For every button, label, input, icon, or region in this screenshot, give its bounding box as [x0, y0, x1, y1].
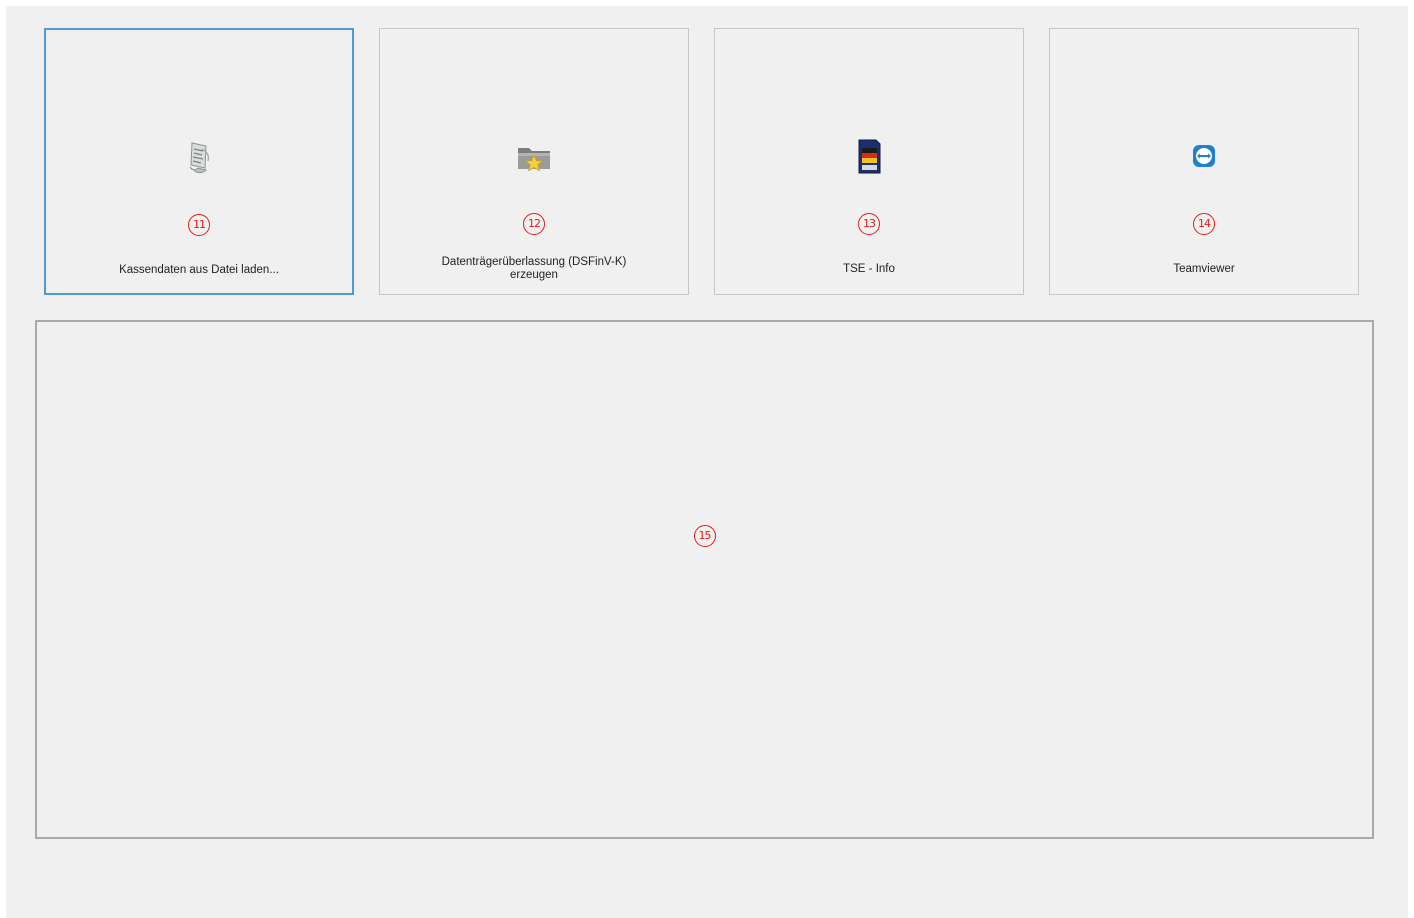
- folder-star-icon: [514, 136, 554, 176]
- annotation-marker-11: 11: [188, 214, 210, 236]
- tse-info-button[interactable]: 13 TSE - Info: [714, 28, 1024, 295]
- app-window: 11 Kassendaten aus Datei laden... 12 Dat…: [6, 6, 1408, 918]
- teamviewer-button[interactable]: 14 Teamviewer: [1049, 28, 1359, 295]
- annotation-marker-12: 12: [523, 213, 545, 235]
- load-cash-data-label: Kassendaten aus Datei laden...: [119, 263, 279, 276]
- content-panel: 15: [35, 320, 1374, 839]
- document-scroll-icon: [179, 137, 219, 177]
- teamviewer-label: Teamviewer: [1173, 262, 1235, 275]
- annotation-marker-13: 13: [858, 213, 880, 235]
- annotation-marker-14: 14: [1193, 213, 1215, 235]
- teamviewer-icon: [1184, 136, 1224, 176]
- load-cash-data-button[interactable]: 11 Kassendaten aus Datei laden...: [44, 28, 354, 295]
- annotation-marker-15: 15: [693, 525, 716, 547]
- sd-card-icon: [849, 136, 889, 176]
- create-dsfinvk-export-button[interactable]: 12 Datenträgerüberlassung (DSFinV-K) erz…: [379, 28, 689, 295]
- create-dsfinvk-export-label: Datenträgerüberlassung (DSFinV-K) erzeug…: [441, 256, 627, 281]
- tse-info-label: TSE - Info: [843, 262, 895, 275]
